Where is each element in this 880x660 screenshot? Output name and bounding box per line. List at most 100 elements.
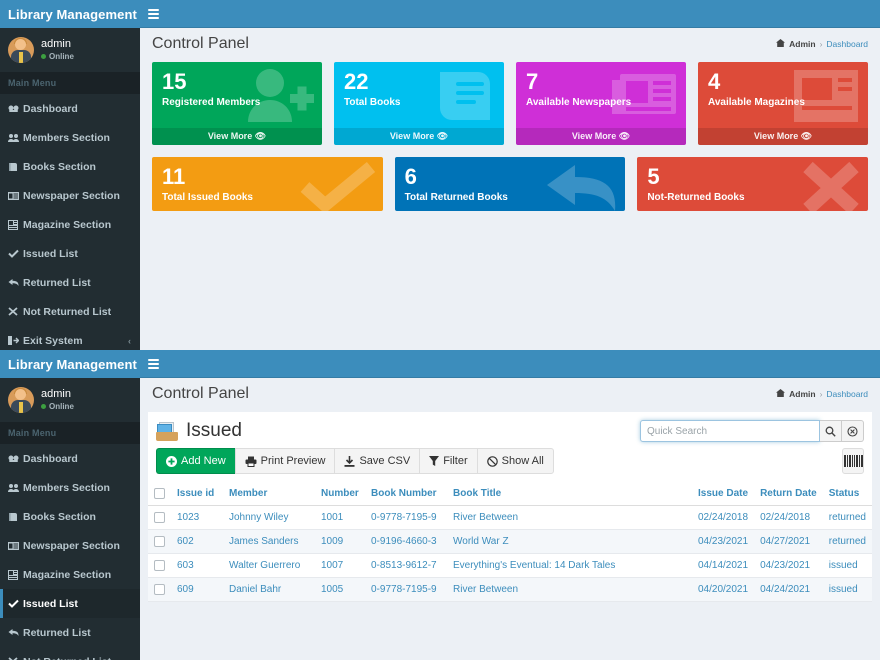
column-header-member[interactable]: Member xyxy=(223,482,315,506)
column-header-issue-id[interactable]: Issue id xyxy=(171,482,223,506)
stat-box-total-returned-books[interactable]: 6 Total Returned Books xyxy=(395,157,626,211)
sidebar-toggle-button[interactable] xyxy=(140,0,166,28)
stat-label: Total Issued Books xyxy=(162,192,373,209)
view-more-link[interactable]: View More 👁 xyxy=(334,128,504,145)
sidebar-item-issued-list[interactable]: Issued List xyxy=(0,589,140,618)
sidebar-item-books[interactable]: Books Section xyxy=(0,502,140,531)
row-checkbox[interactable] xyxy=(154,536,165,547)
stat-value: 7 xyxy=(526,70,676,93)
column-header-status[interactable]: Status xyxy=(823,482,872,506)
row-checkbox[interactable] xyxy=(154,512,165,523)
sidebar-item-issued-list[interactable]: Issued List xyxy=(0,239,140,268)
column-header-issue-date[interactable]: Issue Date xyxy=(692,482,754,506)
box-header: Issued xyxy=(148,412,872,446)
row-select-cell[interactable] xyxy=(148,530,171,554)
issued-box: Issued xyxy=(148,412,872,602)
filter-button[interactable]: Filter xyxy=(419,448,476,474)
sidebar-item-returned-list[interactable]: Returned List xyxy=(0,268,140,297)
sidebar-item-newspaper[interactable]: Newspaper Section xyxy=(0,181,140,210)
sidebar-item-members[interactable]: Members Section xyxy=(0,123,140,152)
select-all-checkbox[interactable] xyxy=(154,488,165,499)
sidebar: admin Online Main Menu Dashboard Members… xyxy=(0,378,140,660)
stat-box-total-issued-books[interactable]: 11 Total Issued Books xyxy=(152,157,383,211)
inbox-icon xyxy=(156,421,178,441)
sidebar-item-label: Returned List xyxy=(23,627,91,639)
stat-box-registered-members[interactable]: 15 Registered Members View More 👁 xyxy=(152,62,322,145)
sidebar-item-label: Books Section xyxy=(23,511,96,523)
print-preview-button[interactable]: Print Preview xyxy=(235,448,335,474)
stat-label: Total Returned Books xyxy=(405,192,616,209)
funnel-icon xyxy=(429,456,439,467)
stat-box-available-newspapers[interactable]: 7 Available Newspapers View More 👁 xyxy=(516,62,686,145)
stat-box-total-books-wrap: 22 Total Books View More 👁 xyxy=(328,62,510,157)
user-status: Online xyxy=(41,402,74,412)
row-select-cell[interactable] xyxy=(148,506,171,530)
table-row[interactable]: 1023 Johnny Wiley 1001 0-9778-7195-9 Riv… xyxy=(148,506,872,530)
search-button[interactable] xyxy=(820,420,842,442)
table-row[interactable]: 609 Daniel Bahr 1005 0-9778-7195-9 River… xyxy=(148,578,872,602)
stat-box-total-books[interactable]: 22 Total Books View More 👁 xyxy=(334,62,504,145)
avatar xyxy=(8,37,34,63)
show-all-button[interactable]: Show All xyxy=(477,448,554,474)
add-new-button[interactable]: Add New xyxy=(156,448,235,474)
breadcrumb-home[interactable]: Admin xyxy=(789,389,815,399)
view-more-link[interactable]: View More 👁 xyxy=(152,128,322,145)
sidebar-item-members[interactable]: Members Section xyxy=(0,473,140,502)
cell-book-title: River Between xyxy=(447,578,692,602)
breadcrumb-home[interactable]: Admin xyxy=(789,39,815,49)
view-more-link[interactable]: View More 👁 xyxy=(698,128,868,145)
stat-label: Available Magazines xyxy=(708,97,858,114)
row-checkbox[interactable] xyxy=(154,560,165,571)
breadcrumb-separator: › xyxy=(820,389,823,399)
sidebar-item-label: Issued List xyxy=(23,248,78,260)
cell-book-number: 0-9196-4660-3 xyxy=(365,530,447,554)
search-group xyxy=(640,420,864,442)
row-select-cell[interactable] xyxy=(148,578,171,602)
column-visibility-button[interactable] xyxy=(842,448,864,474)
reply-icon xyxy=(8,278,23,287)
breadcrumb: Admin › Dashboard xyxy=(776,36,868,49)
cell-issue-id: 603 xyxy=(171,554,223,578)
content-header: Control Panel Admin › Dashboard xyxy=(140,378,880,412)
sidebar-item-label: Exit System xyxy=(23,335,83,347)
sidebar-item-newspaper[interactable]: Newspaper Section xyxy=(0,531,140,560)
issued-list-panel: Library Management admin Online xyxy=(0,350,880,660)
sidebar-item-magazine[interactable]: Magazine Section xyxy=(0,210,140,239)
sidebar-item-returned-list[interactable]: Returned List xyxy=(0,618,140,647)
stat-box-available-magazines[interactable]: 4 Available Magazines View More 👁 xyxy=(698,62,868,145)
stat-boxes-row-2: 11 Total Issued Books 6 Total Returned B… xyxy=(140,157,880,223)
sidebar-item-label: Dashboard xyxy=(23,103,78,115)
sidebar-item-books[interactable]: Books Section xyxy=(0,152,140,181)
magazine-icon xyxy=(8,220,23,230)
sidebar-item-dashboard[interactable]: Dashboard xyxy=(0,444,140,473)
user-name: admin xyxy=(41,38,74,52)
sidebar-item-magazine[interactable]: Magazine Section xyxy=(0,560,140,589)
column-header-book-title[interactable]: Book Title xyxy=(447,482,692,506)
breadcrumb-current: Dashboard xyxy=(826,389,868,399)
app-logo[interactable]: Library Management xyxy=(0,350,140,378)
row-select-cell[interactable] xyxy=(148,554,171,578)
cell-issue-id: 609 xyxy=(171,578,223,602)
sidebar-item-label: Magazine Section xyxy=(23,569,111,581)
cell-member: James Sanders xyxy=(223,530,315,554)
sidebar-item-not-returned-list[interactable]: Not Returned List xyxy=(0,297,140,326)
save-csv-button[interactable]: Save CSV xyxy=(334,448,419,474)
table-row[interactable]: 603 Walter Guerrero 1007 0-8513-9612-7 E… xyxy=(148,554,872,578)
sidebar-toggle-button[interactable] xyxy=(140,350,166,378)
sidebar-item-dashboard[interactable]: Dashboard xyxy=(0,94,140,123)
clear-search-button[interactable] xyxy=(842,420,864,442)
stat-box-not-returned-books[interactable]: 5 Not-Returned Books xyxy=(637,157,868,211)
column-header-number[interactable]: Number xyxy=(315,482,365,506)
column-header-return-date[interactable]: Return Date xyxy=(754,482,823,506)
stat-box-issued-wrap: 11 Total Issued Books xyxy=(146,157,389,223)
sidebar-item-exit-system[interactable]: Exit System ‹ xyxy=(0,326,140,350)
app-logo[interactable]: Library Management xyxy=(0,0,140,28)
view-more-link[interactable]: View More 👁 xyxy=(516,128,686,145)
sidebar-item-not-returned-list[interactable]: Not Returned List xyxy=(0,647,140,660)
search-input[interactable] xyxy=(640,420,820,442)
home-icon xyxy=(776,39,785,49)
column-header-book-number[interactable]: Book Number xyxy=(365,482,447,506)
select-all-header[interactable] xyxy=(148,482,171,506)
table-row[interactable]: 602 James Sanders 1009 0-9196-4660-3 Wor… xyxy=(148,530,872,554)
row-checkbox[interactable] xyxy=(154,584,165,595)
